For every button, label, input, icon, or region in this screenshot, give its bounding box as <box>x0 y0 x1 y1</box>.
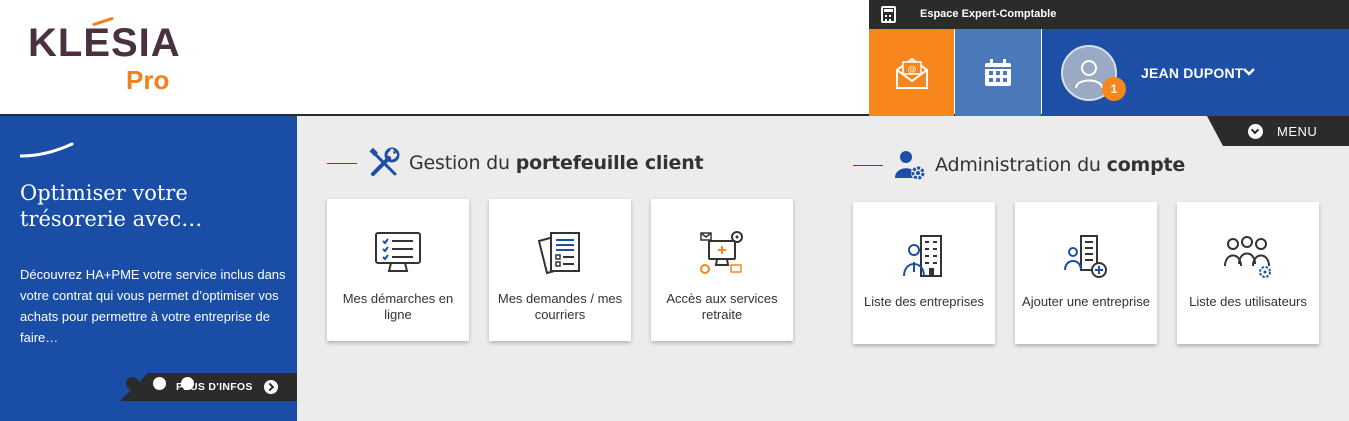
promo-title: Optimiser votre trésorerie avec… <box>20 181 203 231</box>
monitor-checklist-icon <box>375 232 421 272</box>
documents-icon <box>537 232 580 275</box>
portfolio-section-header: Gestion du portefeuille client <box>327 146 704 180</box>
tools-icon <box>369 147 400 176</box>
menu-label: MENU <box>1277 124 1318 139</box>
admin-section-title: Administration du compte <box>935 154 1186 176</box>
klesia-logo[interactable]: KLESIA Pro <box>28 16 198 98</box>
swoosh-decoration <box>20 142 74 158</box>
chevron-down-icon <box>1243 68 1255 76</box>
menu-button[interactable]: MENU <box>1207 116 1349 146</box>
carousel-dot-3[interactable] <box>181 377 194 390</box>
card-label: Liste des utilisateurs <box>1189 294 1307 309</box>
promo-text: Découvrez HA+PME votre service inclus da… <box>20 267 286 345</box>
section-divider <box>853 164 883 166</box>
user-menu[interactable]: 1 JEAN DUPONT <box>1042 29 1349 116</box>
carousel-dot-1[interactable] <box>126 377 139 390</box>
mail-icon: @ <box>895 57 928 89</box>
svg-text:@: @ <box>907 65 916 75</box>
users-list-card[interactable]: Liste des utilisateurs <box>1177 202 1319 344</box>
user-settings-icon <box>895 151 925 180</box>
card-label: Mes démarches en ligne <box>342 291 454 322</box>
card-label: Ajouter une entreprise <box>1022 294 1150 309</box>
chevron-right-icon <box>264 380 278 394</box>
building-add-icon <box>1064 235 1107 278</box>
online-procedures-card[interactable]: Mes démarches en ligne <box>327 199 469 341</box>
user-name: JEAN DUPONT <box>1141 65 1244 81</box>
add-company-card[interactable]: Ajouter une entreprise <box>1015 202 1157 344</box>
companies-list-card[interactable]: Liste des entreprises <box>853 202 995 344</box>
expert-space-label: Espace Expert-Comptable <box>920 8 1057 20</box>
carousel-dot-2[interactable] <box>153 377 166 390</box>
building-user-icon <box>903 235 942 277</box>
card-label: Accès aux services retraite <box>666 291 778 322</box>
logo-text: KLESIA <box>28 21 181 65</box>
logo-sub-text: Pro <box>126 65 170 95</box>
notification-badge: 1 <box>1102 77 1126 101</box>
calculator-icon <box>881 6 896 23</box>
chevron-down-circle-icon <box>1248 124 1263 139</box>
admin-section-header: Administration du compte <box>853 148 1185 182</box>
messages-button[interactable]: @ <box>869 29 954 116</box>
user-icon <box>1075 60 1103 89</box>
calendar-icon <box>985 58 1011 86</box>
section-divider <box>327 162 357 164</box>
users-settings-icon <box>1224 236 1271 278</box>
requests-mail-card[interactable]: Mes demandes / mes courriers <box>489 199 631 341</box>
retirement-services-card[interactable]: Accès aux services retraite <box>651 199 793 341</box>
card-label: Mes demandes / mes courriers <box>497 291 623 322</box>
portfolio-section-title: Gestion du portefeuille client <box>409 152 704 174</box>
more-info-button[interactable]: PLUS D'INFOS <box>120 373 297 401</box>
card-label: Liste des entreprises <box>864 294 984 309</box>
calendar-button[interactable] <box>955 29 1041 116</box>
promo-panel: Optimiser votre trésorerie avec… Découvr… <box>0 116 297 421</box>
expert-space-bar[interactable]: Espace Expert-Comptable <box>869 0 1349 29</box>
service-network-icon <box>700 231 743 274</box>
